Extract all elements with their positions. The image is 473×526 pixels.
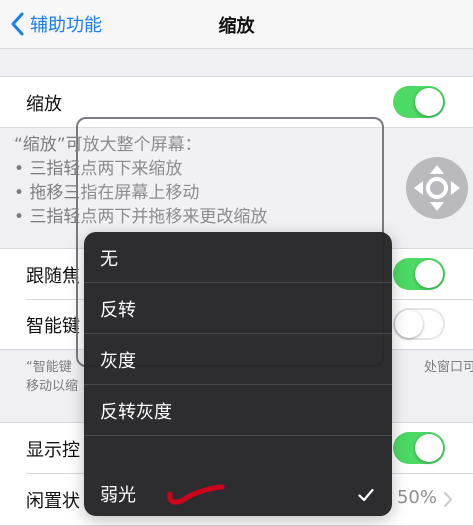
idle-visibility-value: 50% [396,487,437,508]
page-title: 缩放 [218,16,255,37]
idle-visibility-label: 闲置状 [26,491,80,512]
zoom-controller[interactable] [406,157,468,219]
follow-focus-toggle[interactable] [393,258,445,290]
toggle-knob [415,260,443,288]
menu-item-none[interactable]: 无 [84,232,392,282]
menu-item-grayscale[interactable]: 灰度 [84,333,392,383]
dpad-icon [414,165,460,211]
toggle-knob [415,434,443,462]
zoom-filter-menu: 无 反转 灰度 反转灰度 弱光 [84,232,392,516]
menu-item-label: 灰度 [100,351,136,372]
menu-item-label: 无 [100,249,118,270]
menu-item-label: 反转灰度 [100,402,172,423]
toggle-knob [415,88,443,116]
menu-item-label: 弱光 [100,485,136,506]
footnote-line-right: 处窗口可 [424,360,473,375]
toggle-knob [395,310,423,338]
show-controller-label: 显示控 [26,440,80,461]
zoom-row-label: 缩放 [26,94,62,115]
zoom-toggle[interactable] [393,86,445,118]
menu-item-grayscale-inverted[interactable]: 反转灰度 [84,384,392,434]
smart-keyboard-toggle[interactable] [393,308,445,340]
annotation-scribble [167,484,225,505]
chevron-right-icon [444,492,452,507]
menu-item-inverted[interactable]: 反转 [84,282,392,332]
checkmark-icon [358,488,374,502]
menu-item-label: 反转 [100,300,136,321]
show-controller-toggle[interactable] [393,432,445,464]
smart-keyboard-label: 智能键 [26,316,80,337]
menu-item-low-light[interactable]: 弱光 [84,435,392,516]
follow-focus-label: 跟随焦 [26,266,80,287]
navigation-bar: 辅助功能 缩放 [0,0,473,49]
